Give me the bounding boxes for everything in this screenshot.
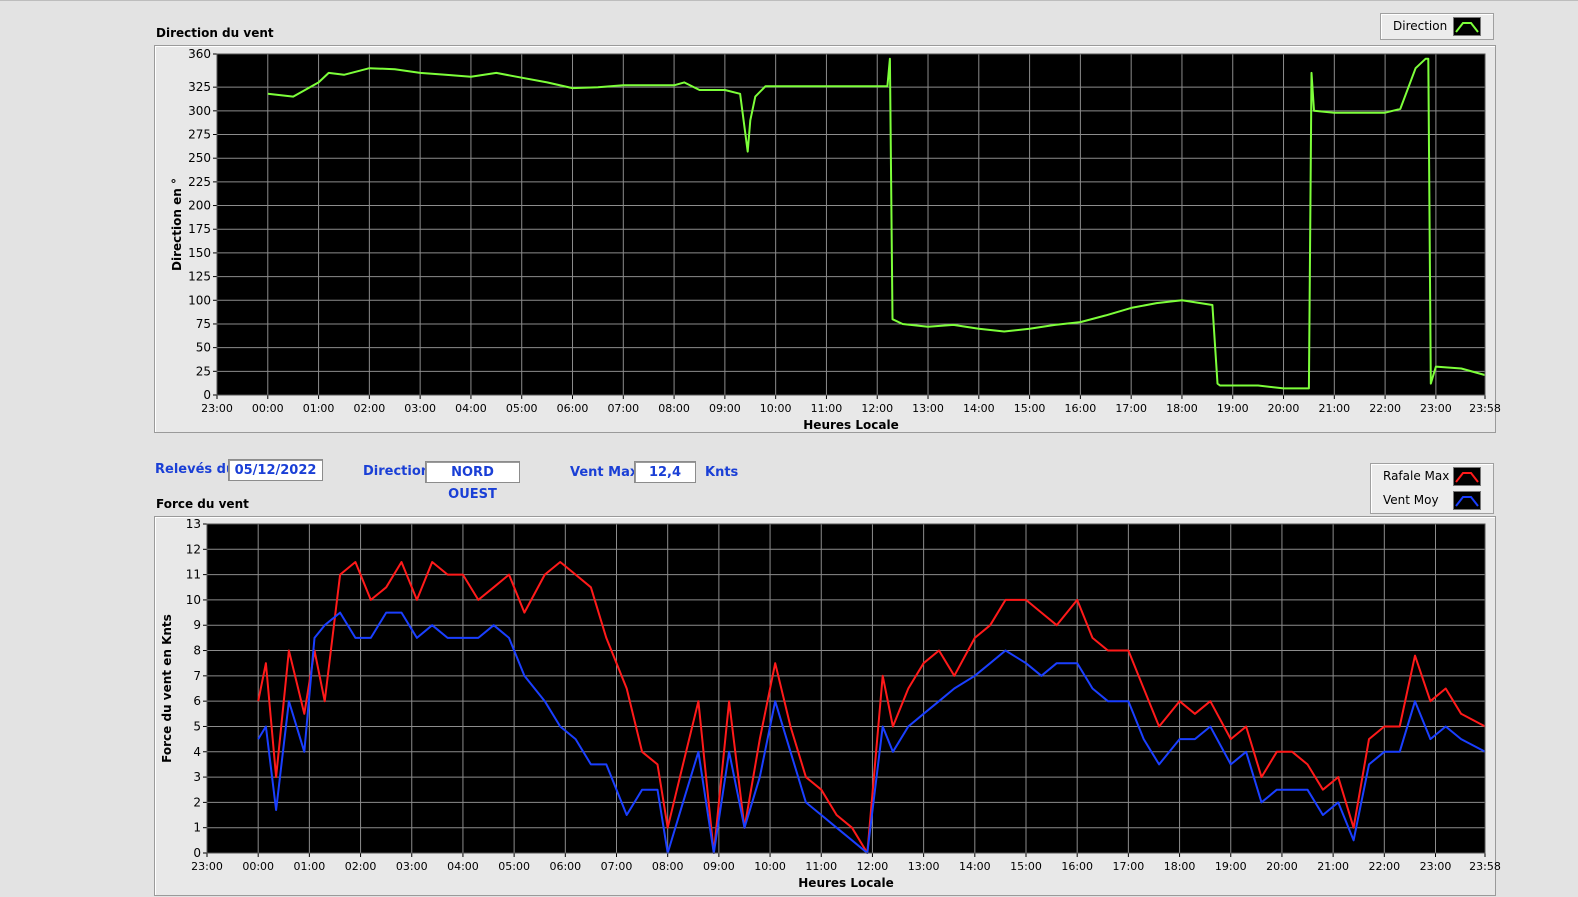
force-x-tick-label: 20:00 [1266,860,1298,873]
force-x-tick-label: 19:00 [1215,860,1247,873]
force-x-tick-label: 18:00 [1164,860,1196,873]
force-y-tick-label: 8 [193,644,201,658]
force-y-tick-label: 2 [193,795,201,809]
force-y-tick-label: 4 [193,745,201,759]
force-y-tick-label: 13 [186,517,201,531]
force-x-tick-label: 16:00 [1061,860,1093,873]
force-plot-area [207,524,1485,853]
force-x-tick-label: 12:00 [857,860,889,873]
force-y-tick-label: 11 [186,568,201,582]
force-x-tick-label: 23:00 [191,860,223,873]
force-chart[interactable]: 23:00 00:00 01:00 02:00 03:00 04:00 05:00 06:00… [0,0,1578,897]
force-y-tick-label: 6 [193,694,201,708]
force-x-tick-label: 22:00 [1368,860,1400,873]
force-y-tick-label: 0 [193,846,201,860]
force-x-tick-label: 10:00 [754,860,786,873]
force-y-tick-label: 5 [193,719,201,733]
force-x-tick-label: 14:00 [959,860,991,873]
force-x-tick-label: 04:00 [447,860,479,873]
force-x-tick-label: 07:00 [601,860,633,873]
force-y-axis-label: Force du vent en Knts [160,614,174,763]
force-y-tick-label: 1 [193,821,201,835]
force-x-tick-label: 23:58 [1469,860,1501,873]
force-x-tick-label: 08:00 [652,860,684,873]
force-x-tick-label: 17:00 [1113,860,1145,873]
force-x-tick-label: 23:00 [1420,860,1452,873]
force-x-tick-label: 06:00 [549,860,581,873]
force-x-tick-label: 02:00 [345,860,377,873]
force-x-tick-label: 01:00 [294,860,326,873]
force-x-tick-label: 13:00 [908,860,940,873]
force-y-tick-label: 7 [193,669,201,683]
force-x-tick-label: 03:00 [396,860,428,873]
force-x-tick-label: 00:00 [242,860,274,873]
force-x-tick-label: 21:00 [1317,860,1349,873]
force-x-tick-label: 09:00 [703,860,735,873]
force-x-tick-label: 15:00 [1010,860,1042,873]
force-y-tick-label: 10 [186,593,201,607]
force-y-tick-label: 12 [186,542,201,556]
force-y-tick-label: 3 [193,770,201,784]
force-x-tick-label: 05:00 [498,860,530,873]
force-x-tick-label: 11:00 [805,860,837,873]
force-y-tick-label: 9 [193,618,201,632]
force-x-axis-label: Heures Locale [798,876,893,890]
